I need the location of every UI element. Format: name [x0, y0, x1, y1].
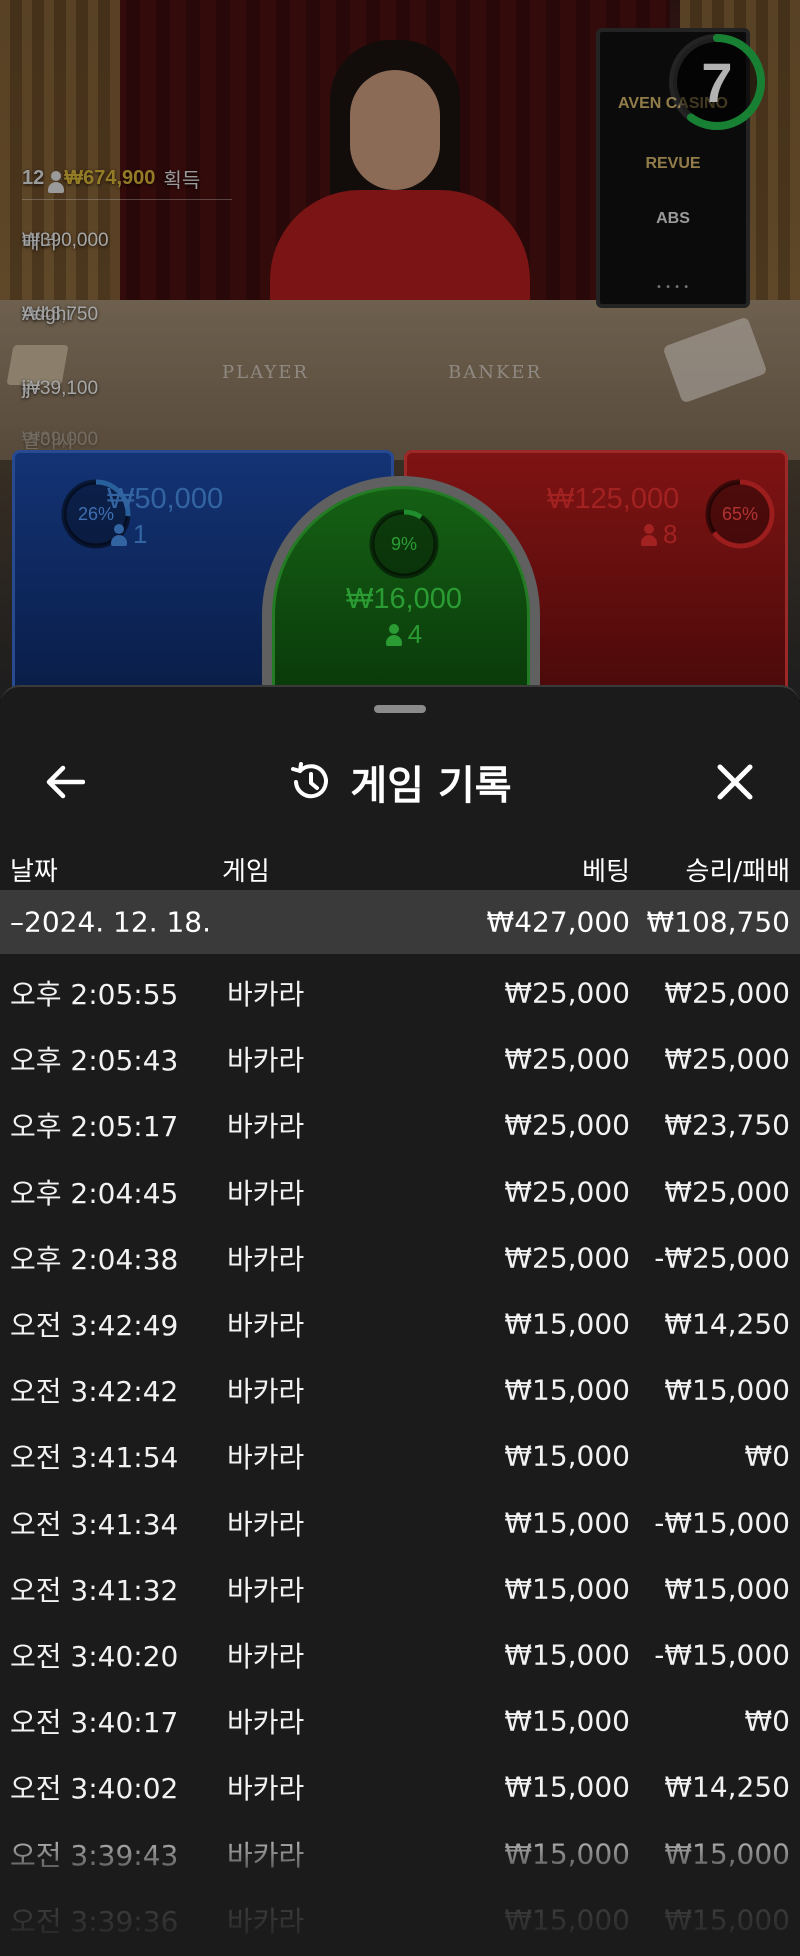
row-time: 오전 3:39:36	[10, 1904, 179, 1938]
date-group-row[interactable]: –2024. 12. 18. ₩427,000 ₩108,750	[0, 890, 800, 954]
row-time: 오후 2:05:55	[10, 978, 179, 1012]
row-game: 바카라	[227, 1838, 305, 1872]
row-game: 바카라	[227, 1507, 305, 1541]
row-result: ₩15,000	[664, 1373, 790, 1407]
row-game: 바카라	[227, 1044, 305, 1078]
row-result: ₩14,250	[664, 1770, 790, 1804]
column-header-game[interactable]: 게임	[222, 851, 270, 888]
row-game: 바카라	[227, 1772, 305, 1806]
row-bet: ₩25,000	[504, 1175, 630, 1209]
row-result: ₩25,000	[664, 1175, 790, 1209]
history-row[interactable]: 오전 3:39:43 바카라 ₩15,000 ₩15,000	[0, 1820, 800, 1886]
row-time: 오전 3:40:02	[10, 1772, 179, 1806]
row-bet: ₩25,000	[504, 976, 630, 1010]
column-header-result[interactable]: 승리/패배	[686, 851, 790, 888]
row-game: 바카라	[227, 1375, 305, 1409]
table-header: 날짜 게임 베팅 승리/패배	[0, 837, 800, 893]
history-row[interactable]: 오후 2:04:45 바카라 ₩25,000 ₩25,000	[0, 1159, 800, 1225]
row-game: 바카라	[227, 1176, 305, 1210]
row-bet: ₩15,000	[504, 1373, 630, 1407]
drag-handle[interactable]	[374, 705, 426, 713]
row-game: 바카라	[227, 978, 305, 1012]
history-row[interactable]: 오후 2:04:38 바카라 ₩25,000 -₩25,000	[0, 1225, 800, 1291]
row-bet: ₩15,000	[504, 1506, 630, 1540]
row-result: ₩14,250	[664, 1307, 790, 1341]
row-result: ₩23,750	[664, 1108, 790, 1142]
history-row[interactable]: 오후 2:05:43 바카라 ₩25,000 ₩25,000	[0, 1026, 800, 1092]
row-time: 오전 3:39:43	[10, 1838, 179, 1872]
date-group-bet-total: ₩427,000	[486, 905, 630, 939]
column-header-bet[interactable]: 베팅	[582, 851, 630, 888]
row-time: 오전 3:41:34	[10, 1507, 179, 1541]
row-game: 바카라	[227, 1639, 305, 1673]
close-button[interactable]	[700, 747, 770, 817]
row-result: ₩25,000	[664, 1042, 790, 1076]
row-game: 바카라	[227, 1309, 305, 1343]
row-bet: ₩15,000	[504, 1638, 630, 1672]
history-list: –2024. 12. 18. ₩427,000 ₩108,750 오후 2:05…	[0, 890, 800, 1953]
history-row[interactable]: 오전 3:40:17 바카라 ₩15,000 ₩0	[0, 1688, 800, 1754]
history-row[interactable]: 오전 3:41:54 바카라 ₩15,000 ₩0	[0, 1423, 800, 1489]
row-bet: ₩25,000	[504, 1042, 630, 1076]
row-game: 바카라	[227, 1573, 305, 1607]
row-bet: ₩15,000	[504, 1439, 630, 1473]
row-bet: ₩15,000	[504, 1704, 630, 1738]
row-result: -₩15,000	[654, 1506, 790, 1540]
game-history-sheet: 게임 기록 날짜 게임 베팅 승리/패배 –2024. 12. 18. ₩427…	[0, 685, 800, 1956]
sheet-title-group: 게임 기록	[0, 737, 800, 827]
sheet-header: 게임 기록	[0, 737, 800, 827]
row-game: 바카라	[227, 1110, 305, 1144]
row-bet: ₩15,000	[504, 1903, 630, 1937]
row-time: 오전 3:41:32	[10, 1573, 179, 1607]
row-bet: ₩15,000	[504, 1307, 630, 1341]
row-result: ₩15,000	[664, 1837, 790, 1871]
row-time: 오후 2:04:38	[10, 1242, 179, 1276]
history-row[interactable]: 오전 3:41:34 바카라 ₩15,000 -₩15,000	[0, 1490, 800, 1556]
history-row[interactable]: 오전 3:39:36 바카라 ₩15,000 ₩15,000	[0, 1887, 800, 1953]
row-result: ₩15,000	[664, 1903, 790, 1937]
row-time: 오전 3:41:54	[10, 1441, 179, 1475]
date-group-result-total: ₩108,750	[646, 905, 790, 939]
row-time: 오후 2:04:45	[10, 1176, 179, 1210]
history-row[interactable]: 오전 3:40:02 바카라 ₩15,000 ₩14,250	[0, 1754, 800, 1820]
row-game: 바카라	[227, 1242, 305, 1276]
row-result: ₩0	[744, 1704, 791, 1738]
arrow-left-icon	[46, 765, 85, 799]
close-icon	[717, 764, 753, 800]
history-row[interactable]: 오후 2:05:55 바카라 ₩25,000 ₩25,000	[0, 960, 800, 1026]
row-time: 오후 2:05:43	[10, 1044, 179, 1078]
row-result: ₩15,000	[664, 1572, 790, 1606]
sheet-title: 게임 기록	[350, 763, 512, 809]
video-dim-overlay	[0, 0, 800, 700]
column-header-date[interactable]: 날짜	[10, 851, 58, 888]
row-game: 바카라	[227, 1904, 305, 1938]
row-time: 오후 2:05:17	[10, 1110, 179, 1144]
row-bet: ₩15,000	[504, 1837, 630, 1871]
back-button[interactable]	[30, 747, 100, 817]
history-row[interactable]: 오전 3:41:32 바카라 ₩15,000 ₩15,000	[0, 1556, 800, 1622]
row-bet: ₩15,000	[504, 1572, 630, 1606]
row-result: ₩0	[744, 1439, 791, 1473]
row-game: 바카라	[227, 1441, 305, 1475]
row-bet: ₩25,000	[504, 1108, 630, 1142]
history-row[interactable]: 오후 2:05:17 바카라 ₩25,000 ₩23,750	[0, 1092, 800, 1158]
row-time: 오전 3:42:42	[10, 1375, 179, 1409]
row-result: ₩25,000	[664, 976, 790, 1010]
row-time: 오전 3:40:17	[10, 1706, 179, 1740]
history-row[interactable]: 오전 3:40:20 바카라 ₩15,000 -₩15,000	[0, 1622, 800, 1688]
row-result: -₩25,000	[654, 1241, 790, 1275]
history-row[interactable]: 오전 3:42:42 바카라 ₩15,000 ₩15,000	[0, 1357, 800, 1423]
row-bet: ₩25,000	[504, 1241, 630, 1275]
row-time: 오전 3:40:20	[10, 1639, 179, 1673]
row-bet: ₩15,000	[504, 1770, 630, 1804]
history-icon	[291, 762, 329, 799]
row-time: 오전 3:42:49	[10, 1309, 179, 1343]
row-result: -₩15,000	[654, 1638, 790, 1672]
row-game: 바카라	[227, 1706, 305, 1740]
history-row[interactable]: 오전 3:42:49 바카라 ₩15,000 ₩14,250	[0, 1291, 800, 1357]
date-group-label: –2024. 12. 18.	[10, 905, 212, 939]
